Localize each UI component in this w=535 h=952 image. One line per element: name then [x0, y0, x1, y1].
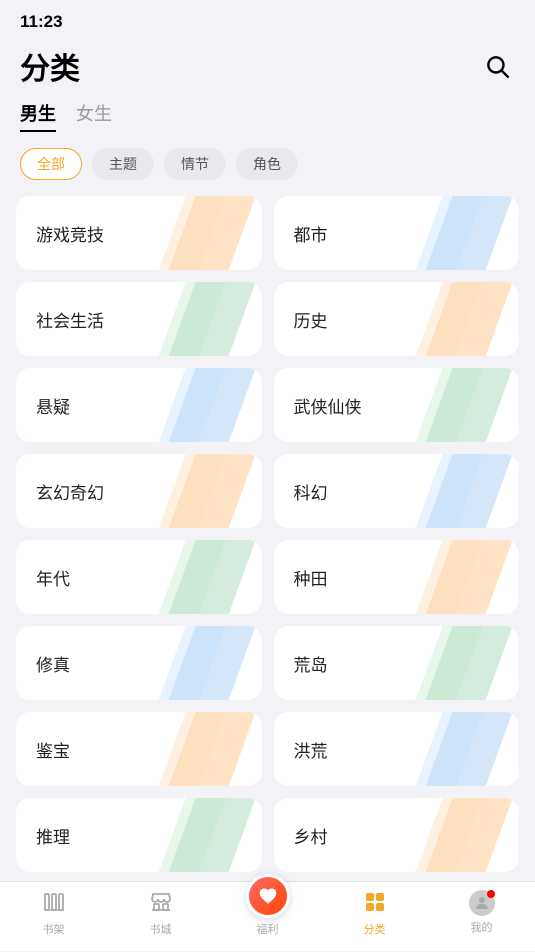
category-icon: [363, 890, 387, 918]
category-card-cat3[interactable]: 社会生活: [16, 282, 262, 356]
category-card-cat14[interactable]: 洪荒: [274, 712, 520, 786]
category-label-cat4: 历史: [294, 307, 328, 332]
card-deco-cat14: [419, 712, 519, 786]
category-card-cat4[interactable]: 历史: [274, 282, 520, 356]
category-card-cat16[interactable]: 乡村: [274, 798, 520, 872]
category-label-cat8: 科幻: [294, 479, 328, 504]
nav-mine-label: 我的: [471, 919, 493, 935]
card-deco-cat1: [162, 196, 262, 270]
category-label-cat6: 武侠仙侠: [294, 393, 362, 418]
category-label-cat12: 荒岛: [294, 651, 328, 676]
card-deco-cat7: [162, 454, 262, 528]
card-deco-cat13: [162, 712, 262, 786]
card-deco-cat8: [419, 454, 519, 528]
nav-shelf-label: 书架: [43, 921, 65, 937]
welfare-icon: [246, 874, 290, 918]
filter-chips: 全部 主题 情节 角色: [0, 144, 535, 196]
notification-dot: [487, 890, 495, 898]
category-label-cat11: 修真: [36, 651, 70, 676]
category-card-cat7[interactable]: 玄幻奇幻: [16, 454, 262, 528]
card-deco-cat6: [419, 368, 519, 442]
card-deco-cat9: [162, 540, 262, 614]
category-card-cat12[interactable]: 荒岛: [274, 626, 520, 700]
category-label-cat14: 洪荒: [294, 737, 328, 762]
nav-store[interactable]: 书城: [107, 890, 214, 937]
chip-role[interactable]: 角色: [236, 148, 298, 180]
search-button[interactable]: [479, 48, 515, 84]
category-label-cat1: 游戏竞技: [36, 221, 104, 246]
category-card-cat1[interactable]: 游戏竞技: [16, 196, 262, 270]
category-label-cat13: 鉴宝: [36, 737, 70, 762]
bottom-nav: 书架 书城 福利: [0, 881, 535, 951]
gender-tab-female[interactable]: 女生: [76, 100, 112, 132]
category-label-cat2: 都市: [294, 221, 328, 246]
status-time: 11:23: [20, 12, 63, 31]
nav-welfare-label: 福利: [257, 921, 279, 937]
status-bar: 11:23: [0, 0, 535, 36]
nav-store-label: 书城: [150, 921, 172, 937]
card-deco-cat15: [162, 798, 262, 872]
category-label-cat9: 年代: [36, 565, 70, 590]
gender-tabs: 男生 女生: [0, 100, 535, 144]
card-deco-cat4: [419, 282, 519, 356]
category-card-cat5[interactable]: 悬疑: [16, 368, 262, 442]
nav-category[interactable]: 分类: [321, 890, 428, 937]
category-card-cat9[interactable]: 年代: [16, 540, 262, 614]
category-card-cat15[interactable]: 推理: [16, 798, 262, 872]
category-label-cat3: 社会生活: [36, 307, 104, 332]
search-icon: [484, 53, 510, 79]
card-deco-cat5: [162, 368, 262, 442]
category-card-cat10[interactable]: 种田: [274, 540, 520, 614]
category-label-cat7: 玄幻奇幻: [36, 479, 104, 504]
chip-plot[interactable]: 情节: [164, 148, 226, 180]
store-icon: [149, 890, 173, 918]
category-grid: 游戏竞技 都市社会生活 历史悬疑 武侠仙侠玄幻奇幻 科幻年代 种田修真 荒岛鉴宝 洪荒推理 乡村: [0, 196, 535, 872]
nav-mine[interactable]: 我的: [428, 890, 535, 935]
card-deco-cat2: [419, 196, 519, 270]
category-card-cat13[interactable]: 鉴宝: [16, 712, 262, 786]
category-label-cat10: 种田: [294, 565, 328, 590]
shelf-icon: [42, 890, 66, 918]
page-title: 分类: [20, 44, 80, 88]
category-label-cat5: 悬疑: [36, 393, 70, 418]
card-deco-cat10: [419, 540, 519, 614]
category-label-cat16: 乡村: [294, 823, 328, 848]
card-deco-cat12: [419, 626, 519, 700]
content-area: 男生 女生 全部 主题 情节 角色 游戏竞技 都市社会生活 历史悬疑 武侠仙侠玄幻奇幻…: [0, 100, 535, 952]
chip-theme[interactable]: 主题: [92, 148, 154, 180]
nav-category-label: 分类: [364, 921, 386, 937]
header: 分类: [0, 36, 535, 100]
gender-tab-male[interactable]: 男生: [20, 100, 56, 132]
card-deco-cat3: [162, 282, 262, 356]
category-label-cat15: 推理: [36, 823, 70, 848]
mine-icon-wrap: [469, 890, 495, 916]
nav-welfare[interactable]: 福利: [214, 890, 321, 937]
nav-shelf[interactable]: 书架: [0, 890, 107, 937]
card-deco-cat11: [162, 626, 262, 700]
card-deco-cat16: [419, 798, 519, 872]
category-card-cat11[interactable]: 修真: [16, 626, 262, 700]
avatar: [469, 890, 495, 916]
chip-all[interactable]: 全部: [20, 148, 82, 180]
category-card-cat2[interactable]: 都市: [274, 196, 520, 270]
category-card-cat6[interactable]: 武侠仙侠: [274, 368, 520, 442]
category-card-cat8[interactable]: 科幻: [274, 454, 520, 528]
